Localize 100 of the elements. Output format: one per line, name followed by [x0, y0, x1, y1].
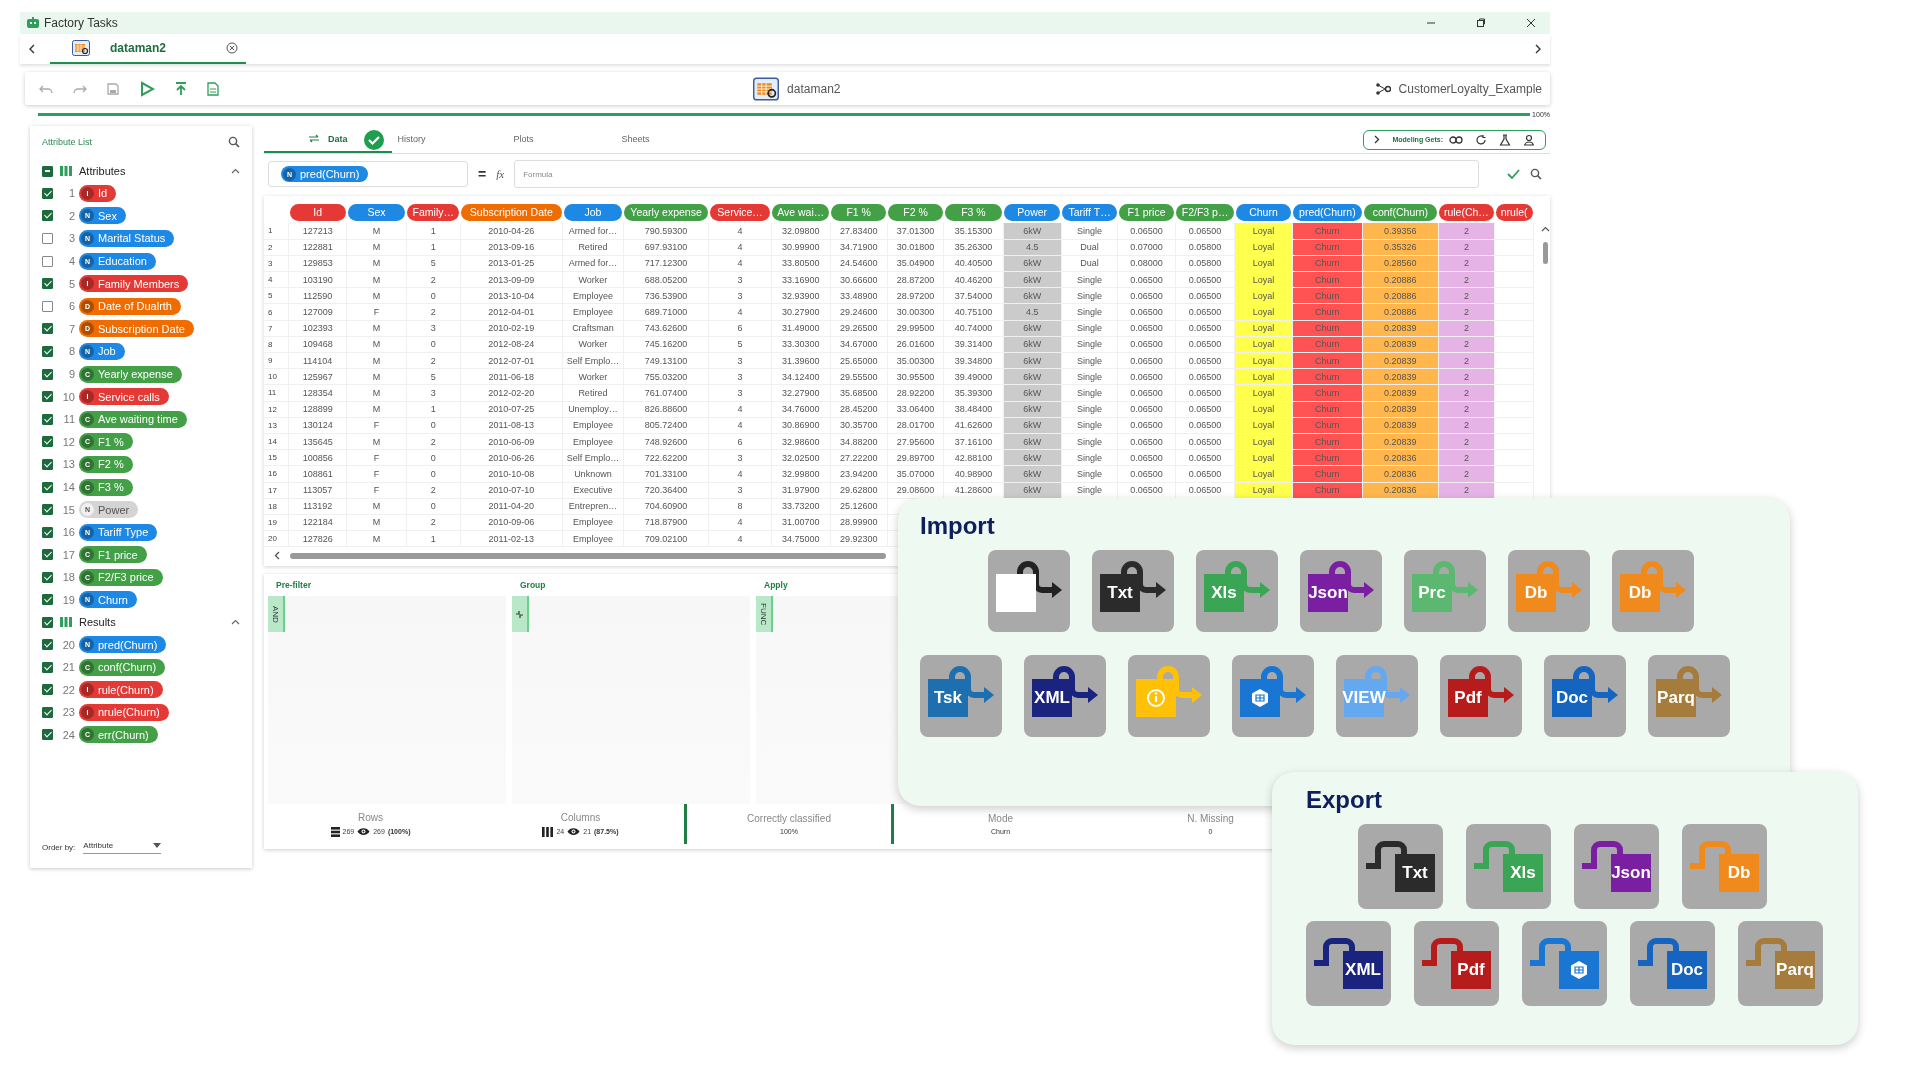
checkbox[interactable]	[42, 594, 53, 606]
restore-icon[interactable]	[1476, 18, 1486, 28]
table-cell: M	[346, 514, 407, 531]
checkbox[interactable]	[42, 323, 53, 335]
column-header[interactable]: rule(Ch…	[1439, 204, 1494, 221]
checkbox[interactable]	[42, 661, 53, 673]
equals-sign: =	[478, 166, 487, 182]
view-tab[interactable]: Sheets	[577, 126, 694, 153]
upload-icon[interactable]	[175, 81, 187, 96]
import-button[interactable]: XML	[1024, 655, 1106, 737]
horizontal-scrollbar[interactable]	[290, 552, 886, 559]
import-button[interactable]: Json	[1300, 550, 1382, 632]
order-by-dropdown[interactable]: Attribute	[83, 841, 162, 854]
formula-field[interactable]: Formula	[514, 160, 1479, 188]
checkbox[interactable]	[42, 684, 53, 696]
column-header[interactable]: F1 price	[1118, 204, 1175, 221]
import-button[interactable]: Pdf	[1440, 655, 1522, 737]
column-header[interactable]: F2/F3 p…	[1176, 204, 1234, 221]
chevron-left-icon[interactable]	[274, 551, 280, 561]
operator-tab[interactable]: AND	[268, 596, 285, 632]
column-header[interactable]: F3 %	[944, 204, 1003, 221]
checkbox[interactable]	[42, 458, 53, 470]
column-header[interactable]: Ave wai…	[772, 204, 830, 221]
table-cell: Employee	[562, 417, 624, 434]
import-button[interactable]: Txt	[1092, 550, 1174, 632]
close-icon[interactable]	[226, 42, 239, 54]
column-header[interactable]: Job	[563, 204, 623, 221]
person-icon[interactable]	[1523, 133, 1535, 146]
scrollbar-thumb[interactable]	[1542, 242, 1548, 264]
view-tab[interactable]: Plots	[469, 126, 578, 153]
checkbox[interactable]	[42, 391, 53, 403]
table-cell: 0.06500	[1117, 384, 1176, 402]
group-checkbox[interactable]	[42, 616, 53, 628]
checkbox[interactable]	[42, 368, 53, 380]
checkbox[interactable]	[42, 436, 53, 448]
checkbox[interactable]	[42, 571, 53, 583]
search-icon[interactable]	[228, 136, 240, 148]
column-header[interactable]: Subscription Date	[461, 204, 562, 221]
export-button[interactable]: Txt	[1358, 824, 1443, 909]
checkbox[interactable]	[42, 300, 53, 312]
column-header[interactable]: Churn	[1235, 204, 1292, 221]
caret-icon[interactable]	[231, 168, 240, 174]
operator-tab[interactable]	[512, 596, 529, 632]
import-button[interactable]: Xls	[1196, 550, 1278, 632]
checkbox[interactable]	[42, 187, 53, 199]
checkbox[interactable]	[42, 481, 53, 493]
export-button[interactable]	[1522, 921, 1607, 1006]
column-header[interactable]: F1 %	[831, 204, 887, 221]
check-icon[interactable]	[1507, 169, 1520, 179]
export-button[interactable]: Pdf	[1414, 921, 1499, 1006]
checkbox[interactable]	[42, 706, 53, 718]
import-button[interactable]	[988, 550, 1070, 632]
document-icon[interactable]	[207, 81, 219, 96]
export-button[interactable]: Xls	[1466, 824, 1551, 909]
table-cell: 25.65000	[830, 352, 888, 369]
checkbox[interactable]	[42, 526, 53, 538]
chevron-right-icon[interactable]	[1374, 135, 1381, 144]
close-icon[interactable]	[1526, 18, 1536, 28]
export-button[interactable]: Parq	[1738, 921, 1823, 1006]
table-cell: 102393	[288, 320, 347, 337]
export-button[interactable]: XML	[1306, 921, 1391, 1006]
refresh-icon[interactable]	[1475, 133, 1487, 146]
column-header[interactable]: Yearly expense	[624, 204, 708, 221]
caret-icon[interactable]	[231, 619, 240, 626]
checkbox[interactable]	[42, 345, 53, 357]
play-icon[interactable]	[139, 80, 155, 97]
checkbox[interactable]	[42, 255, 53, 267]
flask-icon[interactable]	[1499, 133, 1511, 146]
import-button[interactable]: Doc	[1544, 655, 1626, 737]
group-checkbox[interactable]	[42, 165, 53, 177]
table-cell: 135645	[288, 433, 347, 450]
checkbox[interactable]	[42, 278, 53, 290]
column-header[interactable]: nrule(	[1495, 204, 1533, 221]
checkbox[interactable]	[42, 210, 53, 222]
export-button[interactable]: Doc	[1630, 921, 1715, 1006]
column-header[interactable]: Tariff T…	[1062, 204, 1117, 221]
table-cell: 1	[406, 401, 461, 418]
export-button[interactable]: Json	[1574, 824, 1659, 909]
operator-tab[interactable]: FUNC	[756, 596, 773, 632]
import-button[interactable]: Parq	[1648, 655, 1730, 737]
link-icon[interactable]	[1449, 135, 1463, 144]
column-header[interactable]: conf(Churn)	[1363, 204, 1438, 221]
checkbox[interactable]	[42, 549, 53, 561]
checkbox[interactable]	[42, 639, 53, 651]
column-header[interactable]: Id	[289, 204, 346, 221]
document-tab[interactable]: dataman2	[50, 34, 247, 64]
chevron-left-icon[interactable]	[28, 44, 36, 54]
chevron-right-icon[interactable]	[1534, 44, 1542, 54]
import-button[interactable]: Tsk	[920, 655, 1002, 737]
column-header[interactable]: Family…	[407, 204, 460, 221]
search-icon[interactable]	[1530, 168, 1542, 180]
checkbox[interactable]	[42, 413, 53, 425]
column-header[interactable]: F2 %	[888, 204, 943, 221]
column-header[interactable]: Power	[1004, 204, 1061, 221]
column-header[interactable]: pred(Churn)	[1293, 204, 1362, 221]
column-header[interactable]: Service…	[709, 204, 771, 221]
caret-icon[interactable]	[1540, 226, 1550, 232]
checkbox[interactable]	[42, 729, 53, 741]
column-header[interactable]: Sex	[347, 204, 406, 221]
checkbox[interactable]	[42, 233, 53, 244]
